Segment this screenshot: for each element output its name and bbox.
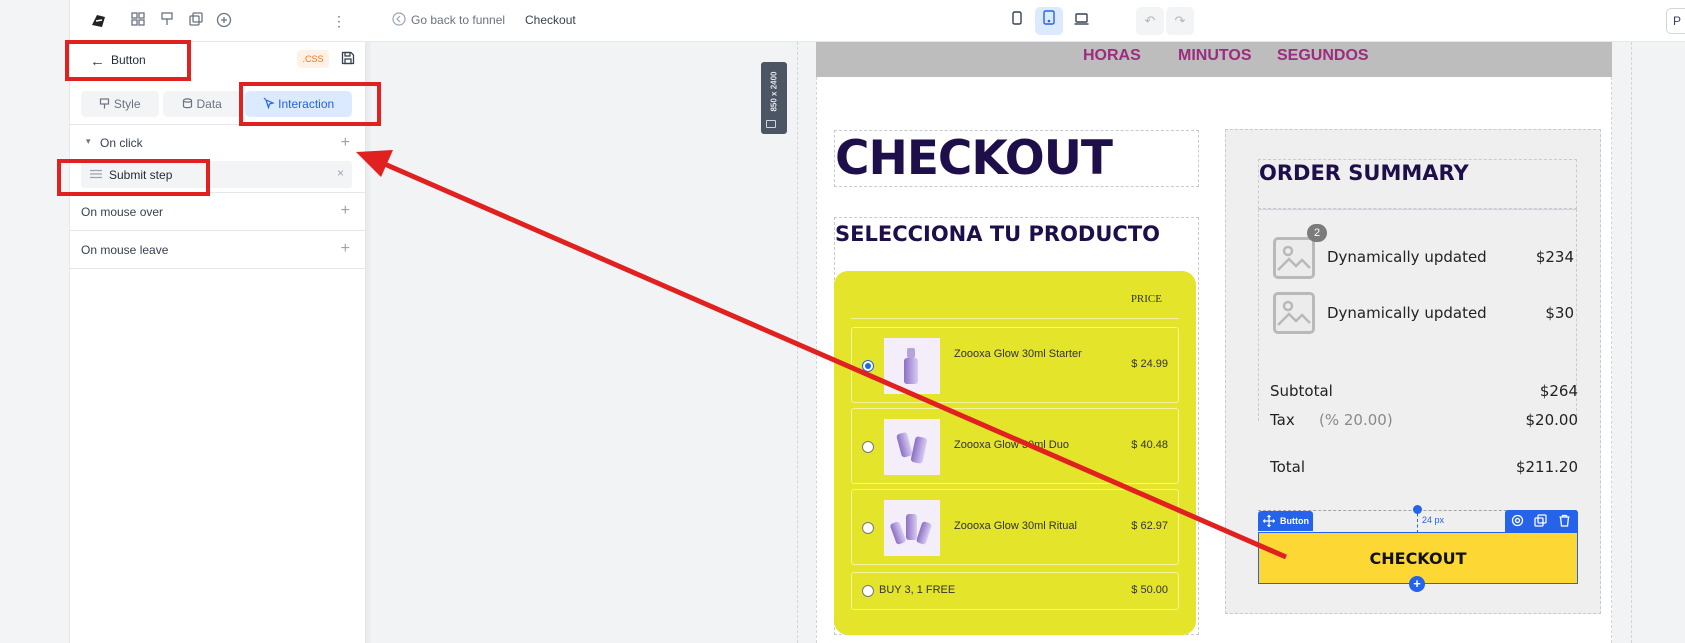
annotation-arrow xyxy=(356,150,1287,560)
